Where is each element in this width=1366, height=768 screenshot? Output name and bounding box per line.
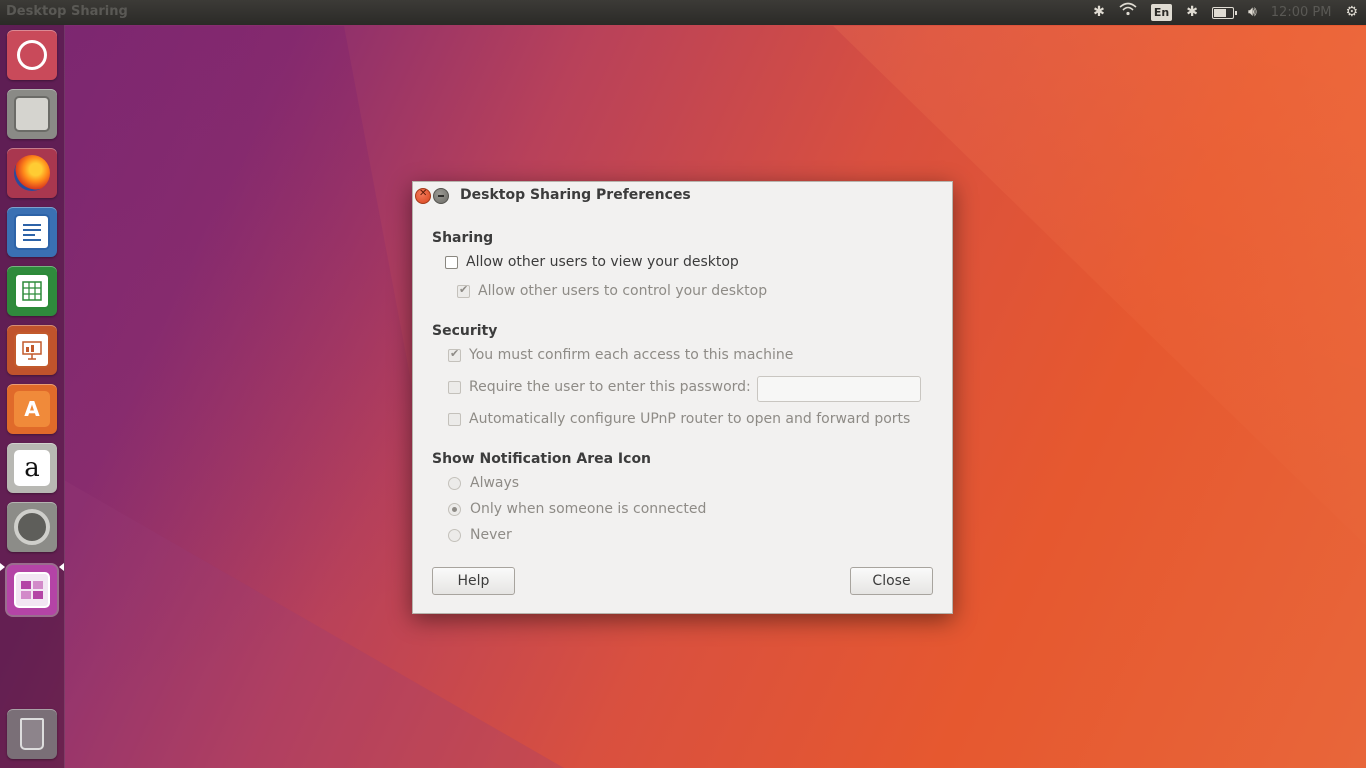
launcher-item-trash[interactable]: [7, 709, 57, 759]
launcher-item-settings[interactable]: [7, 502, 57, 552]
files-icon: [14, 96, 50, 132]
radio-when-connected[interactable]: [448, 502, 461, 516]
radio-when-connected-row[interactable]: Only when someone is connected: [448, 499, 706, 519]
require-password-checkbox-row[interactable]: Require the user to enter this password:: [448, 377, 751, 397]
radio-never[interactable]: [448, 528, 461, 542]
desktop-sharing-dialog: Desktop Sharing Preferences Sharing Allo…: [412, 181, 953, 614]
dialog-titlebar[interactable]: Desktop Sharing Preferences: [413, 182, 952, 210]
launcher-item-firefox[interactable]: [7, 148, 57, 198]
dialog-title: Desktop Sharing Preferences: [460, 187, 691, 203]
confirm-access-checkbox[interactable]: [448, 347, 461, 362]
battery-icon[interactable]: [1211, 6, 1237, 19]
radio-always-row[interactable]: Always: [448, 473, 519, 493]
bluetooth-icon[interactable]: ✱: [1093, 0, 1105, 25]
password-field[interactable]: [757, 376, 921, 402]
confirm-access-checkbox-row[interactable]: You must confirm each access to this mac…: [448, 345, 793, 365]
allow-view-label: Allow other users to view your desktop: [466, 254, 739, 270]
allow-control-checkbox-row[interactable]: Allow other users to control your deskto…: [457, 281, 767, 301]
ubuntu-icon: [17, 40, 47, 70]
desktop-sharing-icon: [14, 572, 50, 608]
security-heading: Security: [432, 323, 498, 339]
radio-always[interactable]: [448, 476, 461, 490]
radio-never-row[interactable]: Never: [448, 525, 512, 545]
settings-icon: [14, 509, 50, 545]
writer-icon: [14, 214, 50, 250]
upnp-checkbox-row[interactable]: Automatically configure UPnP router to o…: [448, 409, 910, 429]
launcher-item-amazon[interactable]: a: [7, 443, 57, 493]
launcher: A a: [0, 25, 65, 768]
radio-never-label: Never: [470, 527, 512, 543]
launcher-item-desktop-sharing[interactable]: [7, 565, 57, 615]
confirm-access-label: You must confirm each access to this mac…: [469, 347, 794, 363]
active-app-indicator: [0, 563, 5, 571]
clock[interactable]: 12:00 PM: [1271, 5, 1332, 20]
launcher-item-writer[interactable]: [7, 207, 57, 257]
launcher-item-impress[interactable]: [7, 325, 57, 375]
window-close-icon[interactable]: [415, 188, 431, 204]
active-app-title: Desktop Sharing: [6, 4, 128, 19]
require-password-label: Require the user to enter this password:: [469, 379, 751, 395]
impress-icon: [14, 332, 50, 368]
require-password-checkbox[interactable]: [448, 380, 461, 394]
allow-control-label: Allow other users to control your deskto…: [478, 283, 768, 299]
upnp-checkbox[interactable]: [448, 412, 461, 426]
sharing-heading: Sharing: [432, 230, 494, 246]
focused-app-indicator: [59, 563, 64, 571]
allow-control-checkbox[interactable]: [457, 283, 470, 298]
firefox-icon: [14, 155, 50, 191]
launcher-item-software[interactable]: A: [7, 384, 57, 434]
allow-view-checkbox-row[interactable]: Allow other users to view your desktop: [445, 252, 739, 272]
window-minimize-icon[interactable]: [433, 188, 449, 204]
calc-icon: [14, 273, 50, 309]
trash-icon: [20, 718, 44, 750]
keyboard-language-indicator[interactable]: En: [1150, 4, 1173, 21]
radio-when-connected-label: Only when someone is connected: [470, 501, 707, 517]
amazon-icon: a: [14, 450, 50, 486]
volume-icon[interactable]: 🔊︎: [1248, 0, 1257, 25]
top-panel: Desktop Sharing ✱ En ✱ 🔊︎ 12:00 PM ⚙: [0, 0, 1366, 25]
help-button[interactable]: Help: [432, 567, 515, 595]
software-icon: A: [14, 391, 50, 427]
launcher-item-calc[interactable]: [7, 266, 57, 316]
allow-view-checkbox[interactable]: [445, 255, 458, 269]
launcher-item-files[interactable]: [7, 89, 57, 139]
power-gear-icon[interactable]: ⚙: [1345, 0, 1358, 25]
notification-heading: Show Notification Area Icon: [432, 451, 652, 467]
wifi-icon[interactable]: [1119, 0, 1137, 25]
bluetooth-icon[interactable]: ✱: [1186, 0, 1198, 25]
upnp-label: Automatically configure UPnP router to o…: [469, 411, 911, 427]
indicator-area: ✱ En ✱ 🔊︎ 12:00 PM ⚙: [1093, 0, 1358, 25]
close-button[interactable]: Close: [850, 567, 933, 595]
radio-always-label: Always: [470, 475, 520, 491]
launcher-item-dash[interactable]: [7, 30, 57, 80]
